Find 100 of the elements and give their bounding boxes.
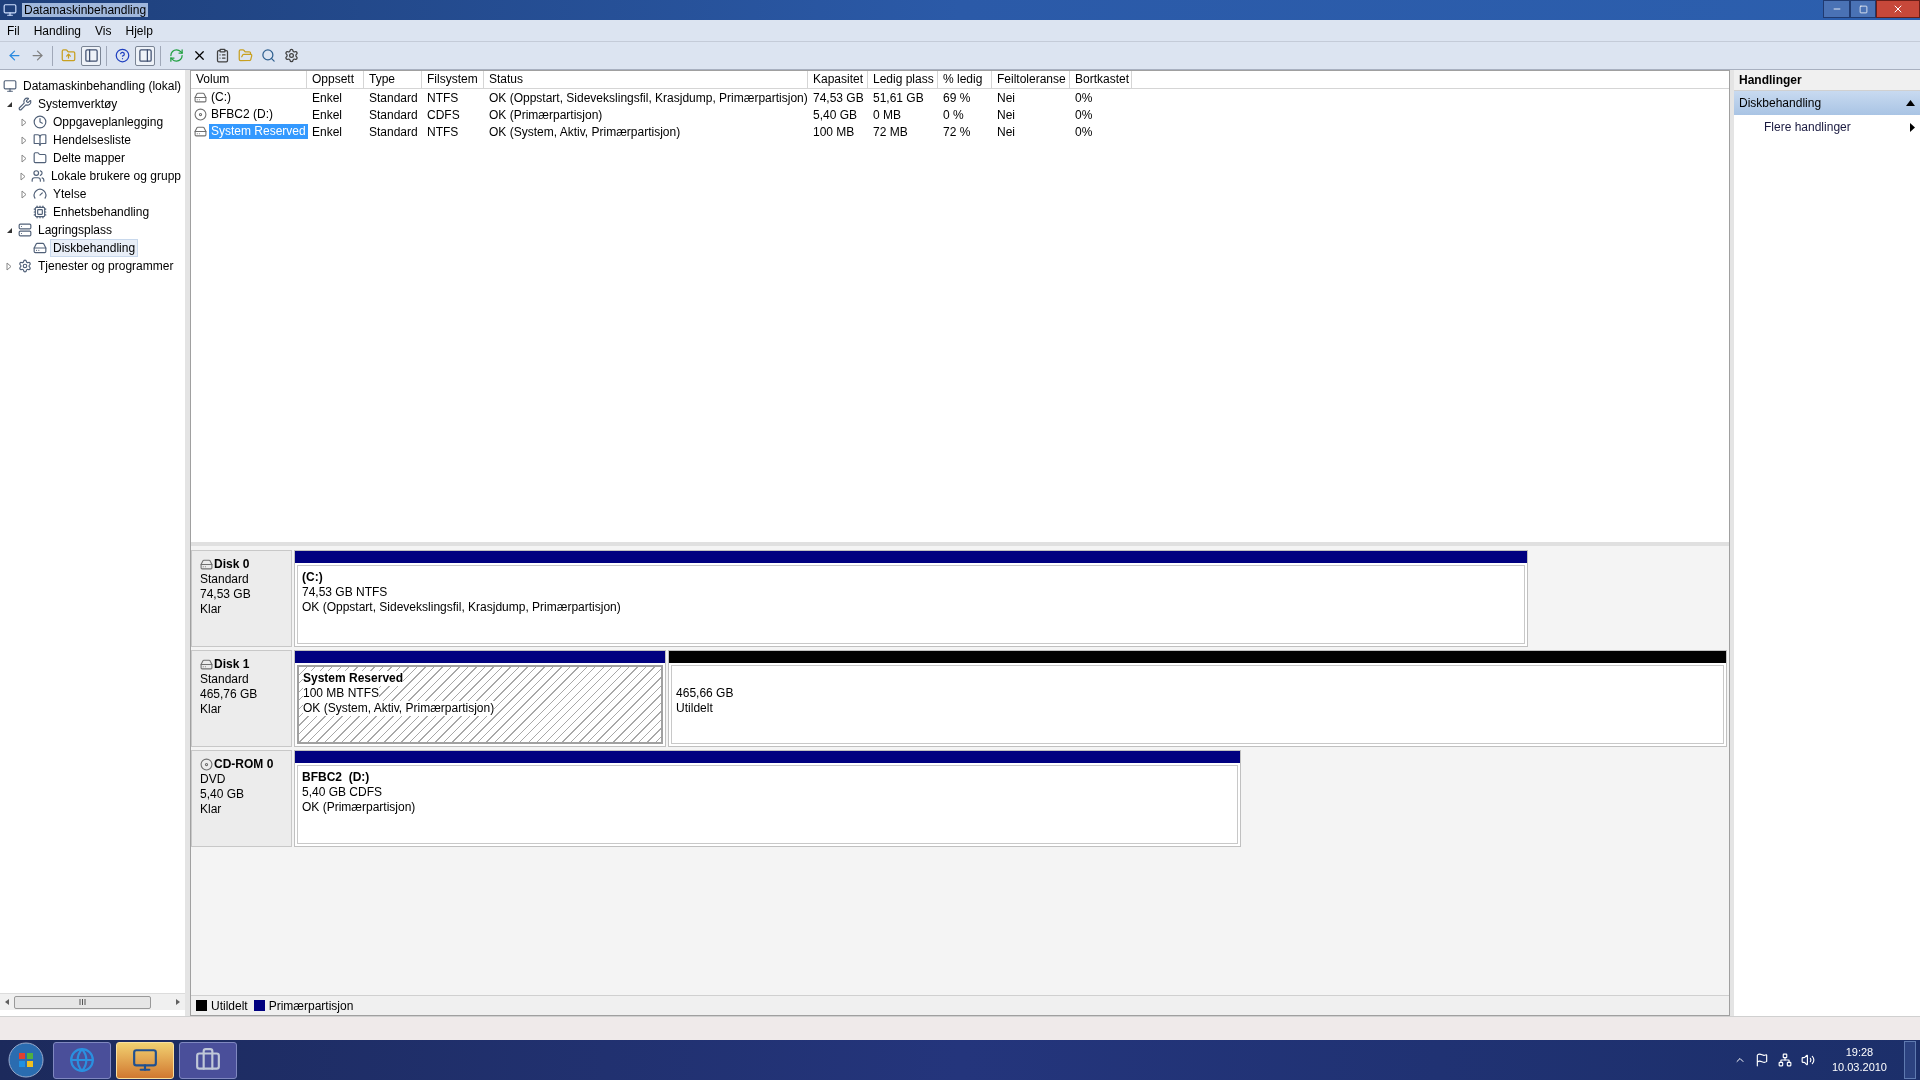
tools-icon xyxy=(18,97,32,111)
disk-info-panel[interactable]: Disk 1 Standard 465,76 GB Klar xyxy=(191,650,292,747)
folder-up-icon xyxy=(60,48,76,63)
table-cell: OK (System, Aktiv, Primærpartisjon) xyxy=(489,124,681,139)
collapsed-triangle-icon[interactable] xyxy=(21,135,27,145)
speaker-icon[interactable] xyxy=(1800,1053,1815,1067)
cd-drive-icon xyxy=(194,108,207,121)
partition-status: OK (System, Aktiv, Primærpartisjon) xyxy=(303,701,495,716)
help-icon xyxy=(114,48,130,63)
table-cell: 74,53 GB xyxy=(813,90,864,105)
tree-item[interactable]: Systemverktøy xyxy=(35,95,121,113)
tree-item[interactable]: Tjenester og programmer xyxy=(35,257,177,275)
column-header[interactable]: Filsystem xyxy=(422,71,484,88)
log-book-icon xyxy=(33,133,47,147)
computer-icon xyxy=(3,3,17,17)
tree-item[interactable]: Enhetsbehandling xyxy=(50,203,153,221)
computer-icon xyxy=(3,79,17,93)
tree-item[interactable]: Datamaskinbehandling (lokal) xyxy=(20,76,185,96)
collapsed-triangle-icon[interactable] xyxy=(21,189,27,199)
collapsed-triangle-icon[interactable] xyxy=(6,261,12,271)
legend-label: Utildelt xyxy=(211,997,248,1015)
table-cell: OK (Primærpartisjon) xyxy=(489,107,603,122)
drive-icon xyxy=(200,658,213,671)
disk-status: Klar xyxy=(200,802,223,817)
collapsed-triangle-icon[interactable] xyxy=(21,117,27,127)
partition-block[interactable]: (C:) 74,53 GB NTFS OK (Oppstart, Sidevekslingsfil, Krasjdump, Primærpartisjon) xyxy=(294,550,1529,647)
menu-item[interactable]: Fil xyxy=(0,20,27,41)
table-cell: 72 % xyxy=(943,124,971,139)
partition-name: BFBC2 (D:) xyxy=(302,770,370,785)
table-cell: Nei xyxy=(997,90,1015,105)
actions-section-header[interactable]: Diskbehandling xyxy=(1734,91,1920,115)
scrollbar-thumb[interactable] xyxy=(14,995,151,1009)
disk-info-panel[interactable]: Disk 0 Standard 74,53 GB Klar xyxy=(191,550,292,647)
column-header[interactable]: Ledig plass xyxy=(868,71,938,88)
computer-icon xyxy=(132,1047,158,1073)
table-cell: Nei xyxy=(997,107,1015,122)
window-title: Datamaskinbehandling xyxy=(22,3,149,17)
table-cell[interactable]: (C:) xyxy=(209,90,233,105)
menu-item[interactable]: Handling xyxy=(26,20,89,41)
restore-button[interactable] xyxy=(1850,0,1876,18)
column-header[interactable]: Bortkastet xyxy=(1070,71,1132,88)
partition-size: 5,40 GB CDFS xyxy=(302,785,383,800)
collapsed-triangle-icon[interactable] xyxy=(19,171,26,181)
disk-info-panel[interactable]: CD-ROM 0 DVD 5,40 GB Klar xyxy=(191,750,292,847)
close-button[interactable] xyxy=(1876,0,1920,18)
partition-block[interactable]: System Reserved 100 MB NTFS OK (System, Aktiv, Primærpartisjon) xyxy=(294,650,667,747)
tree-item[interactable]: Delte mapper xyxy=(50,149,129,167)
toolbox-icon xyxy=(195,1047,221,1073)
tree-item[interactable]: Oppgaveplanlegging xyxy=(50,113,167,131)
column-header[interactable]: Volum xyxy=(191,71,307,88)
actions-header: Handlinger xyxy=(1734,70,1920,91)
tree-item[interactable]: Lokale brukere og grupp xyxy=(47,167,184,185)
table-cell: 69 % xyxy=(943,90,971,105)
disk-size: 465,76 GB xyxy=(200,687,259,702)
disk-name: Disk 0 xyxy=(214,557,250,572)
clock[interactable]: 19:28 10.03.2010 xyxy=(1831,1045,1887,1075)
gauge-icon xyxy=(33,187,47,201)
table-cell: 0 MB xyxy=(873,107,901,122)
tree-item[interactable]: Diskbehandling xyxy=(50,239,139,257)
tree-item[interactable]: Ytelse xyxy=(50,185,90,203)
column-header[interactable]: Status xyxy=(484,71,808,88)
partition-block[interactable]: BFBC2 (D:) 5,40 GB CDFS OK (Primærpartisjon) xyxy=(294,750,1242,847)
forward-arrow-icon xyxy=(29,48,45,63)
menu-item[interactable]: Hjelp xyxy=(118,20,160,41)
table-cell: Enkel xyxy=(312,107,343,122)
toolbar-button[interactable] xyxy=(81,45,101,66)
menu-item[interactable]: Vis xyxy=(88,20,119,41)
tree-item[interactable]: Hendelsesliste xyxy=(50,131,135,149)
partition-block[interactable]: 465,66 GB Utildelt xyxy=(668,650,1727,747)
column-header[interactable]: % ledig xyxy=(938,71,992,88)
flag-icon[interactable] xyxy=(1754,1053,1769,1067)
taskbar-button[interactable] xyxy=(179,1041,237,1079)
hard-drive-icon xyxy=(33,241,47,255)
table-cell: Standard xyxy=(369,107,418,122)
collapsed-triangle-icon[interactable] xyxy=(21,153,27,163)
column-header[interactable]: Feiltoleranse xyxy=(992,71,1070,88)
table-cell: 5,40 GB xyxy=(813,107,858,122)
collapse-caret-icon xyxy=(1906,100,1915,106)
table-cell: Nei xyxy=(997,124,1015,139)
network-icon[interactable] xyxy=(1777,1053,1792,1067)
grip-icon xyxy=(79,999,86,1005)
action-link[interactable]: Flere handlinger xyxy=(1764,118,1851,136)
start-orb-icon xyxy=(8,1042,44,1078)
partition-size: 74,53 GB NTFS xyxy=(302,585,388,600)
horizontal-scrollbar[interactable] xyxy=(0,993,185,1010)
column-header[interactable]: Type xyxy=(364,71,422,88)
table-cell[interactable]: BFBC2 (D:) xyxy=(209,107,275,122)
column-header[interactable]: Oppsett xyxy=(307,71,364,88)
disk-size: 74,53 GB xyxy=(200,587,252,602)
tree-item[interactable]: Lagringsplass xyxy=(35,221,116,239)
minimize-button[interactable] xyxy=(1823,0,1850,18)
column-header[interactable]: Kapasitet xyxy=(808,71,868,88)
expanded-triangle-icon[interactable] xyxy=(5,226,13,234)
expanded-triangle-icon[interactable] xyxy=(5,100,13,108)
table-cell: NTFS xyxy=(427,124,459,139)
toolbar-button[interactable] xyxy=(135,45,155,66)
storage-icon xyxy=(18,223,32,237)
table-cell: Standard xyxy=(369,90,418,105)
clock-date: 10.03.2010 xyxy=(1831,1060,1887,1075)
table-cell: OK (Oppstart, Sidevekslingsfil, Krasjdump, Primærpartisjon) xyxy=(489,90,808,105)
